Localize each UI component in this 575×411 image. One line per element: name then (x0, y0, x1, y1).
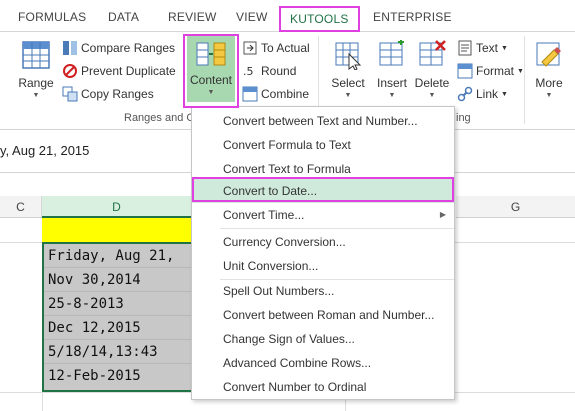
prevent-duplicate-button[interactable]: Prevent Duplicate (62, 63, 176, 79)
menu-item-convert-time[interactable]: Convert Time... ▶ (192, 203, 454, 227)
yellow-header-cell[interactable] (42, 218, 192, 242)
delete-icon (419, 40, 446, 66)
select-label: Select (331, 76, 365, 90)
menu-item-roman-number[interactable]: Convert between Roman and Number... (192, 303, 454, 327)
chevron-down-icon: ▼ (32, 92, 40, 99)
cell-d-date[interactable]: Nov 30,2014 (44, 268, 192, 292)
cell-d-date[interactable]: 12-Feb-2015 (44, 364, 192, 388)
content-dropdown-menu: Convert between Text and Number... Conve… (191, 106, 455, 400)
tab-review[interactable]: REVIEW (168, 10, 217, 24)
format-button[interactable]: Format ▼ (457, 63, 524, 79)
compare-ranges-label: Compare Ranges (81, 41, 176, 55)
combine-label: Combine (261, 87, 310, 101)
select-icon (335, 42, 362, 71)
link-icon (457, 86, 473, 102)
chevron-down-icon: ▼ (428, 92, 436, 99)
cell-d-date[interactable]: 25-8-2013 (44, 292, 192, 316)
menu-item-unit-conversion[interactable]: Unit Conversion... (192, 254, 454, 278)
tab-view[interactable]: VIEW (236, 10, 267, 24)
content-icon (196, 42, 226, 66)
range-label: Range (18, 76, 54, 90)
column-header-c[interactable]: C (0, 196, 42, 218)
copy-ranges-icon (62, 86, 78, 102)
more-label: More (535, 76, 563, 90)
format-icon (457, 63, 473, 79)
menu-item-convert-text-number[interactable]: Convert between Text and Number... (192, 109, 454, 133)
compare-ranges-button[interactable]: Compare Ranges (62, 40, 175, 56)
chevron-down-icon: ▼ (388, 92, 396, 99)
more-icon (536, 42, 561, 67)
to-actual-button[interactable]: To Actual (242, 40, 310, 56)
range-grid-icon (22, 41, 50, 69)
content-label: Content (189, 73, 233, 87)
round-label: Round (261, 64, 297, 78)
chevron-right-icon: ▶ (439, 210, 446, 219)
compare-ranges-icon (63, 41, 77, 55)
select-button[interactable]: Select ▼ (326, 40, 370, 99)
copy-ranges-label: Copy Ranges (81, 87, 154, 101)
text-button[interactable]: Text ▼ (457, 40, 508, 56)
cell-d-date[interactable]: 5/18/14,13:43 (44, 340, 192, 364)
column-header-g[interactable]: G (456, 196, 575, 218)
selected-range[interactable]: Friday, Aug 21, Nov 30,2014 25-8-2013 De… (42, 242, 192, 392)
format-label: Format (476, 64, 515, 78)
insert-label: Insert (376, 76, 407, 90)
delete-label: Delete (414, 76, 450, 90)
round-button[interactable]: .5 Round (242, 63, 296, 79)
group-label-editing: ing (456, 112, 471, 124)
link-button[interactable]: Link ▼ (457, 86, 508, 102)
insert-icon (379, 39, 404, 66)
prevent-duplicate-label: Prevent Duplicate (81, 64, 176, 78)
insert-button[interactable]: Insert ▼ (370, 39, 414, 99)
range-button[interactable]: Range ▼ (14, 40, 58, 99)
menu-separator (220, 228, 454, 229)
tab-formulas[interactable]: FORMULAS (18, 10, 86, 24)
menu-item-number-to-ordinal[interactable]: Convert Number to Ordinal (192, 375, 454, 399)
group-label-ranges: Ranges and C (124, 112, 195, 124)
column-header-d[interactable]: D (42, 196, 192, 218)
combine-button[interactable]: Combine (242, 86, 309, 102)
chevron-down-icon: ▼ (517, 67, 524, 75)
chevron-down-icon: ▼ (501, 90, 508, 98)
prevent-duplicate-icon (63, 64, 77, 78)
menu-item-currency-conversion[interactable]: Currency Conversion... (192, 230, 454, 254)
menu-item-text-to-formula[interactable]: Convert Text to Formula (192, 157, 454, 181)
to-actual-label: To Actual (261, 41, 310, 55)
more-button[interactable]: More ▼ (528, 40, 570, 99)
round-icon: .5 (243, 65, 254, 78)
link-label: Link (476, 87, 499, 101)
cell-d-date[interactable]: Friday, Aug 21, (44, 244, 192, 268)
combine-icon (242, 86, 258, 102)
content-button[interactable]: Content ▼ (187, 36, 235, 102)
chevron-down-icon: ▼ (344, 92, 352, 99)
svg-text:.5: .5 (243, 65, 254, 78)
chevron-down-icon: ▼ (501, 44, 508, 52)
chevron-down-icon: ▼ (545, 92, 553, 99)
copy-ranges-button[interactable]: Copy Ranges (62, 86, 154, 102)
text-label: Text (476, 41, 499, 55)
menu-item-convert-to-date[interactable]: Convert to Date... (192, 179, 454, 203)
formula-value: y, Aug 21, 2015 (0, 143, 90, 158)
delete-button[interactable]: Delete ▼ (410, 40, 454, 99)
menu-item-advanced-combine-rows[interactable]: Advanced Combine Rows... (192, 351, 454, 375)
ribbon-tab-bar: FORMULAS DATA REVIEW VIEW KUTOOLS ENTERP… (0, 0, 575, 32)
tab-kutools[interactable]: KUTOOLS (279, 6, 360, 32)
menu-item-change-sign[interactable]: Change Sign of Values... (192, 327, 454, 351)
chevron-down-icon: ▼ (207, 89, 215, 96)
menu-item-label: Convert Time... (223, 208, 305, 222)
menu-item-formula-to-text[interactable]: Convert Formula to Text (192, 133, 454, 157)
to-actual-icon (243, 41, 257, 55)
tab-enterprise[interactable]: ENTERPRISE (373, 10, 452, 24)
menu-item-spell-out-numbers[interactable]: Spell Out Numbers... (192, 279, 454, 303)
text-icon (458, 40, 472, 56)
tab-data[interactable]: DATA (108, 10, 139, 24)
cell-d-date[interactable]: Dec 12,2015 (44, 316, 192, 340)
group-divider (524, 36, 525, 124)
